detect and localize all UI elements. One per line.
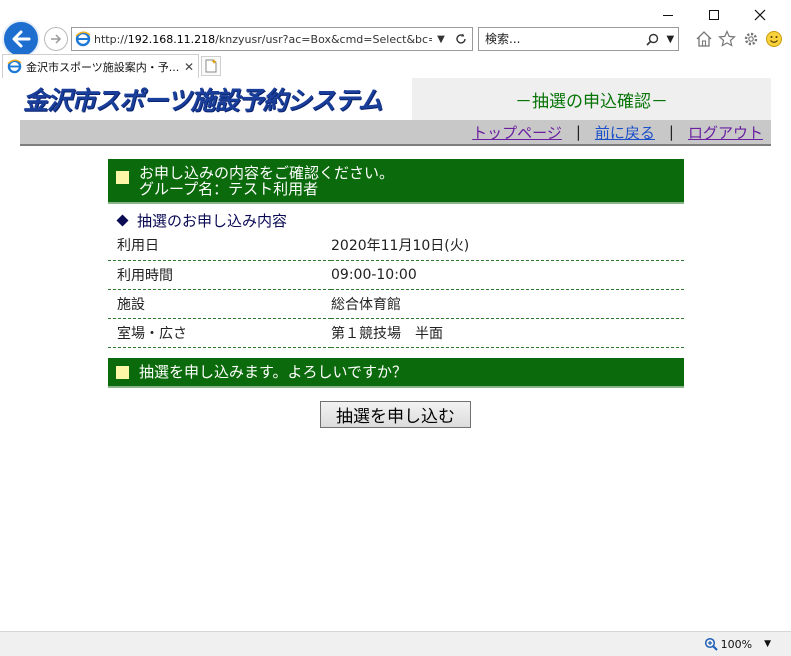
tab-strip: 金沢市スポーツ施設案内・予... ✕ xyxy=(0,54,791,78)
row-value: 第１競技場 半面 xyxy=(331,318,684,348)
confirm-panel: お申し込みの内容をご確認ください。 グループ名：テスト利用者 xyxy=(108,159,684,204)
search-dropdown-icon[interactable]: ▼ xyxy=(666,34,674,45)
nav-separator: | xyxy=(575,123,581,141)
new-tab-icon xyxy=(205,59,217,73)
back-button[interactable] xyxy=(2,20,40,58)
site-header: 金沢市スポーツ施設予約システム －抽選の申込確認－ xyxy=(20,78,771,120)
confirm-message: お申し込みの内容をご確認ください。 xyxy=(139,164,395,182)
row-label: 施設 xyxy=(108,289,331,319)
url-host: 192.168.11.218 xyxy=(127,32,216,46)
gear-icon xyxy=(744,32,757,46)
top-page-link[interactable]: トップページ xyxy=(472,122,562,143)
search-actions: ▼ xyxy=(642,33,678,46)
table-row: 利用時間 09:00-10:00 xyxy=(108,260,684,290)
address-actions: ▼ xyxy=(432,33,472,45)
home-icon xyxy=(696,31,712,47)
home-button[interactable] xyxy=(694,29,714,49)
close-icon xyxy=(754,9,766,21)
smiley-icon xyxy=(765,31,782,47)
marker-square-icon xyxy=(116,171,129,184)
favorites-button[interactable] xyxy=(717,29,737,49)
diamond-icon xyxy=(116,214,129,227)
refresh-icon[interactable] xyxy=(455,33,467,45)
url-path: /knzyusr/usr?ac=Box&cmd=Select&bc=00 xyxy=(215,32,432,46)
table-row: 利用日 2020年11月10日(火) xyxy=(108,231,684,261)
site-logo: 金沢市スポーツ施設予約システム xyxy=(20,78,412,120)
close-tab-icon[interactable]: ✕ xyxy=(182,60,196,74)
ie-tab-icon xyxy=(7,59,22,74)
page-title: －抽選の申込確認－ xyxy=(515,91,668,112)
forward-button[interactable] xyxy=(44,27,68,51)
row-value: 総合体育館 xyxy=(331,289,684,319)
details-table: 利用日 2020年11月10日(火) 利用時間 09:00-10:00 施設 総… xyxy=(108,231,684,348)
star-icon xyxy=(718,30,737,47)
details-section-title: 抽選のお申し込み内容 xyxy=(116,210,287,231)
marker-square-icon xyxy=(116,366,129,379)
nav-separator: | xyxy=(668,123,674,141)
submit-lottery-button[interactable]: 抽選を申し込む xyxy=(320,401,471,428)
arrow-left-icon xyxy=(12,30,31,48)
arrow-right-icon xyxy=(51,34,62,44)
row-value: 09:00-10:00 xyxy=(331,260,684,290)
minimize-button[interactable] xyxy=(645,4,691,26)
settings-button[interactable] xyxy=(741,29,761,49)
question-text: 抽選を申し込みます。よろしいですか？ xyxy=(139,363,408,381)
address-dropdown-icon[interactable]: ▼ xyxy=(437,34,445,45)
address-bar[interactable]: http://192.168.11.218/knzyusr/usr?ac=Box… xyxy=(71,27,473,51)
ie-page-icon xyxy=(72,31,94,47)
url-prefix: http:// xyxy=(94,32,128,46)
browser-tab[interactable]: 金沢市スポーツ施設案内・予... ✕ xyxy=(2,54,199,78)
search-input[interactable] xyxy=(479,32,642,46)
zoom-dropdown-icon[interactable]: ▼ xyxy=(764,639,771,649)
search-icon[interactable] xyxy=(646,33,659,46)
maximize-icon xyxy=(709,10,719,20)
row-label: 利用時間 xyxy=(108,260,331,290)
zoom-level: 100% xyxy=(720,637,753,651)
page-title-box: －抽選の申込確認－ xyxy=(412,78,771,120)
table-row: 施設 総合体育館 xyxy=(108,289,684,319)
row-value: 2020年11月10日(火) xyxy=(331,231,684,261)
logo-text: 金沢市スポーツ施設予約システム xyxy=(23,86,383,115)
section-title-text: 抽選のお申し込み内容 xyxy=(137,212,288,230)
logout-link[interactable]: ログアウト xyxy=(688,122,763,143)
maximize-button[interactable] xyxy=(691,4,737,26)
feedback-button[interactable] xyxy=(764,29,784,49)
back-link[interactable]: 前に戻る xyxy=(595,122,655,143)
minimize-icon xyxy=(663,14,673,16)
question-panel-header: 抽選を申し込みます。よろしいですか？ xyxy=(108,358,684,388)
table-row: 室場・広さ 第１競技場 半面 xyxy=(108,318,684,348)
window-controls xyxy=(641,4,791,26)
new-tab-button[interactable] xyxy=(201,56,221,76)
zoom-icon[interactable] xyxy=(704,637,718,651)
tab-title: 金沢市スポーツ施設案内・予... xyxy=(26,60,180,74)
question-panel: 抽選を申し込みます。よろしいですか？ xyxy=(108,358,684,388)
row-label: 利用日 xyxy=(108,231,331,261)
address-url[interactable]: http://192.168.11.218/knzyusr/usr?ac=Box… xyxy=(94,33,432,46)
nav-bar: トップページ | 前に戻る | ログアウト xyxy=(20,120,771,146)
status-bar: 100% ▼ xyxy=(0,631,791,656)
confirm-panel-header: お申し込みの内容をご確認ください。 グループ名：テスト利用者 xyxy=(108,159,684,204)
group-name: グループ名：テスト利用者 xyxy=(139,180,319,198)
row-label: 室場・広さ xyxy=(108,318,331,348)
browser-window: http://192.168.11.218/knzyusr/usr?ac=Box… xyxy=(0,0,791,656)
search-box[interactable]: ▼ xyxy=(478,27,679,51)
close-window-button[interactable] xyxy=(737,4,783,26)
browser-toolbar xyxy=(690,28,788,50)
